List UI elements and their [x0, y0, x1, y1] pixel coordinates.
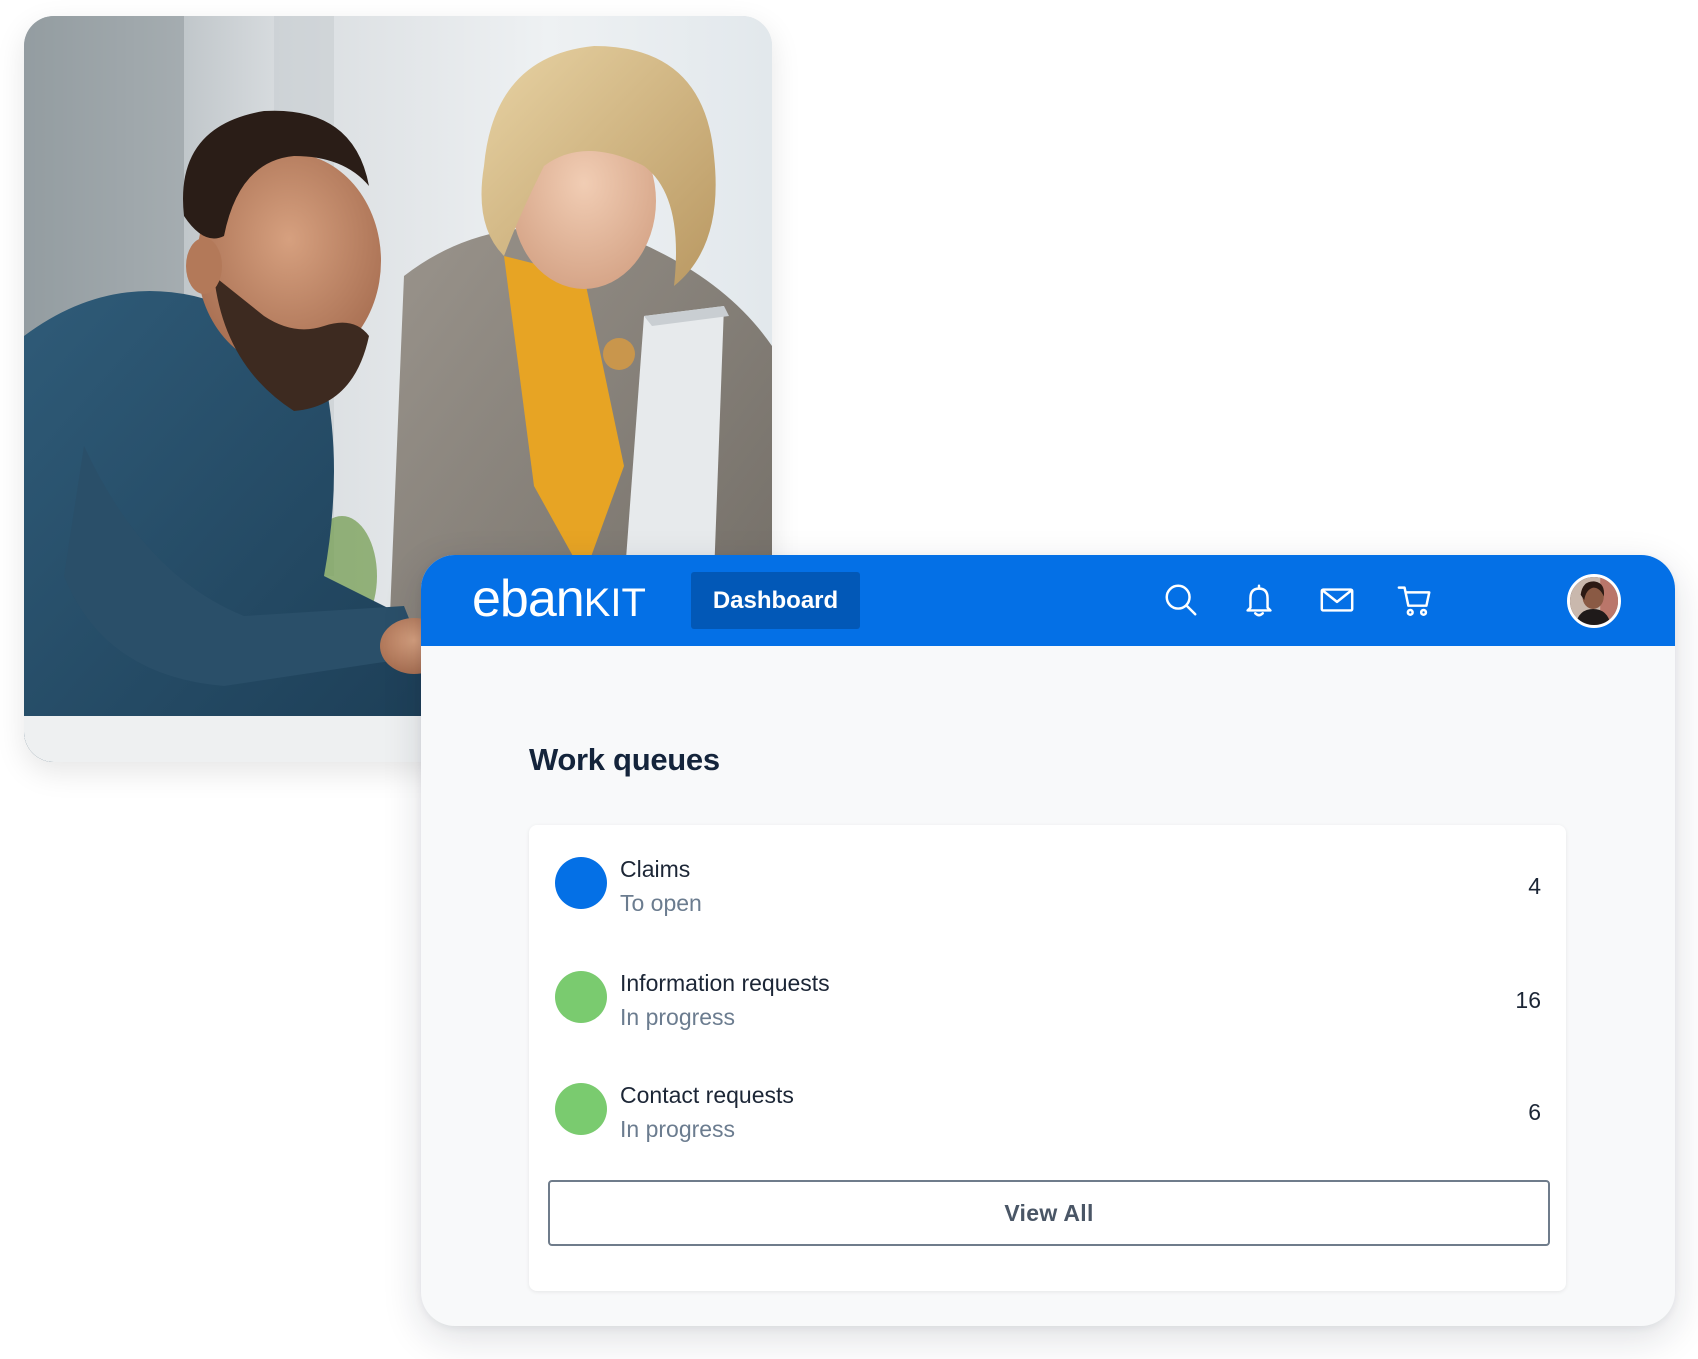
queue-count: 16: [1515, 987, 1541, 1013]
queue-status: In progress: [620, 1004, 736, 1030]
app-window: ebanKIT Dashboard Work queues Claims To …: [421, 555, 1675, 1326]
queue-name: Contact requests: [620, 1082, 794, 1108]
queue-status: In progress: [620, 1116, 736, 1142]
view-all-button[interactable]: View All: [548, 1180, 1550, 1246]
queue-count: 6: [1528, 1099, 1541, 1125]
ebankit-logo[interactable]: ebanKIT: [472, 571, 646, 627]
mail-icon[interactable]: [1316, 579, 1358, 621]
status-dot: [555, 971, 607, 1023]
logo-text-suffix: KIT: [583, 581, 646, 625]
queue-item-contact-requests[interactable]: Contact requests In progress 6: [529, 1071, 1566, 1171]
work-queues-card: Claims To open 4 Information requests In…: [529, 825, 1566, 1291]
user-avatar[interactable]: [1567, 574, 1621, 628]
avatar-portrait: [1570, 577, 1618, 625]
tab-dashboard[interactable]: Dashboard: [691, 572, 860, 629]
queue-item-information-requests[interactable]: Information requests In progress 16: [529, 959, 1566, 1059]
page: ebanKIT Dashboard Work queues Claims To …: [0, 0, 1698, 1359]
queue-name: Information requests: [620, 970, 830, 996]
status-dot: [555, 857, 607, 909]
queue-status: To open: [620, 890, 702, 916]
status-dot: [555, 1083, 607, 1135]
queue-count: 4: [1528, 873, 1541, 899]
search-icon[interactable]: [1160, 579, 1202, 621]
cart-icon[interactable]: [1394, 579, 1436, 621]
logo-text-main: eban: [472, 570, 585, 628]
top-navigation-bar: ebanKIT Dashboard: [421, 555, 1675, 646]
work-queues-title: Work queues: [529, 742, 720, 777]
queue-item-claims[interactable]: Claims To open 4: [529, 845, 1566, 945]
queue-name: Claims: [620, 856, 691, 882]
bell-icon[interactable]: [1238, 579, 1280, 621]
